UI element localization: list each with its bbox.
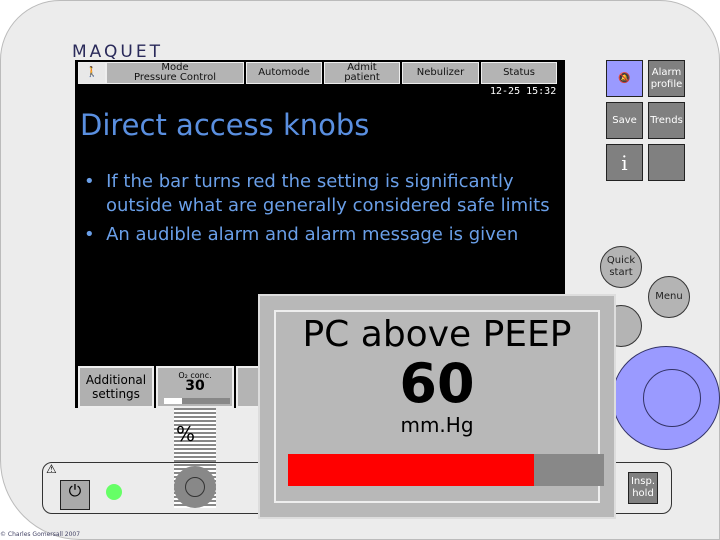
maquet-logo: MAQUET xyxy=(72,42,163,62)
patient-icon[interactable]: 🚶 xyxy=(78,62,106,84)
warning-icon: ⚠ xyxy=(46,462,57,476)
save-button[interactable]: Save xyxy=(606,102,643,139)
mode-button[interactable]: Mode Pressure Control xyxy=(106,62,244,84)
page-heading: Direct access knobs xyxy=(80,108,370,142)
setting-popup: PC above PEEP 60 mm.Hg xyxy=(258,294,616,519)
setting-bar-fill xyxy=(288,454,535,486)
o2-conc-knob[interactable]: O₂ conc. 30 xyxy=(156,366,234,408)
popup-value: 60 xyxy=(399,352,475,415)
copyright: © Charles Gomersall 2007 xyxy=(0,531,81,538)
popup-unit: mm.Hg xyxy=(400,413,474,437)
alarm-silence-icon[interactable]: 🔕 xyxy=(606,60,643,97)
bullet-text: An audible alarm and alarm message is gi… xyxy=(106,224,519,245)
trends-button[interactable]: Trends xyxy=(648,102,685,139)
popup-title: PC above PEEP xyxy=(302,314,572,355)
alarm-profile-button[interactable]: Alarm profile xyxy=(648,60,685,97)
quick-start-button[interactable]: Quick start xyxy=(600,246,642,288)
setting-bar xyxy=(288,454,604,486)
o2-value: 30 xyxy=(185,378,205,394)
percent-unit: % xyxy=(176,422,196,446)
additional-settings-button[interactable]: Additional settings xyxy=(78,366,154,408)
bullet-list: • If the bar turns red the setting is si… xyxy=(84,170,554,252)
status-button[interactable]: Status xyxy=(481,62,557,84)
bullet-item: • An audible alarm and alarm message is … xyxy=(84,224,519,245)
info-button[interactable]: i xyxy=(606,144,643,181)
bullet-text: If the bar turns red the setting is sign… xyxy=(106,171,550,216)
automode-button[interactable]: Automode xyxy=(246,62,322,84)
main-rotary-knob[interactable] xyxy=(612,346,720,450)
nebulizer-button[interactable]: Nebulizer xyxy=(402,62,479,84)
bullet-item: • If the bar turns red the setting is si… xyxy=(84,171,550,216)
blank-button[interactable] xyxy=(648,144,685,181)
rotary-knob[interactable] xyxy=(174,466,216,508)
datetime: 12-25 15:32 xyxy=(490,86,557,97)
mode-value: Pressure Control xyxy=(133,72,217,83)
power-icon[interactable]: ⏻ xyxy=(60,480,90,510)
insp-hold-button[interactable]: Insp. hold xyxy=(628,472,658,504)
power-indicator-icon xyxy=(106,484,122,500)
admit-patient-button[interactable]: Admit patient xyxy=(324,62,400,84)
menu-button[interactable]: Menu xyxy=(648,276,690,318)
